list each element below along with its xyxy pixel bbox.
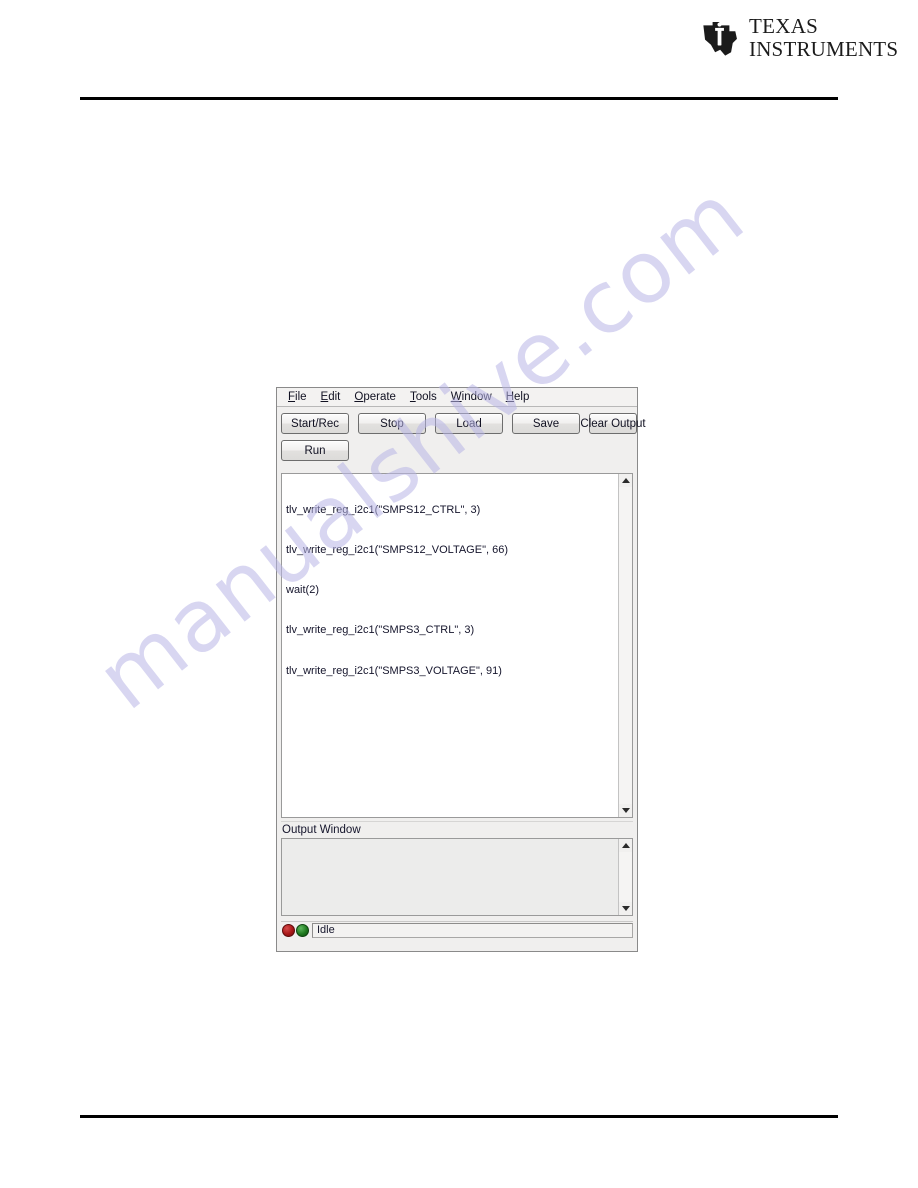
script-line: tlv_write_reg_i2c1("SMPS12_VOLTAGE", 66) <box>286 544 508 557</box>
script-line: tlv_write_reg_i2c1("SMPS3_CTRL", 3) <box>286 624 475 637</box>
header-rule <box>80 97 838 100</box>
save-button[interactable]: Save <box>512 413 580 434</box>
script-tool-window: File Edit Operate Tools Window Help Star… <box>276 387 646 952</box>
start-rec-button[interactable]: Start/Rec <box>281 413 349 434</box>
run-button[interactable]: Run <box>281 440 349 461</box>
script-scrollbar-track[interactable] <box>619 487 632 804</box>
output-window-text[interactable] <box>282 839 618 915</box>
toolbar-row-secondary: Run <box>281 440 637 461</box>
output-window-label: Output Window <box>282 823 361 836</box>
footer-rule <box>80 1115 838 1118</box>
menu-item-file[interactable]: File <box>281 391 314 403</box>
ti-logo-line1: TEXAS <box>749 14 819 38</box>
status-text: Idle <box>312 922 633 938</box>
output-window[interactable] <box>281 838 633 916</box>
script-editor-text[interactable]: tlv_write_reg_i2c1("SMPS12_CTRL", 3) tlv… <box>282 474 618 817</box>
stop-button[interactable]: Stop <box>358 413 426 434</box>
menu-bar: File Edit Operate Tools Window Help <box>277 388 637 407</box>
clear-output-button[interactable]: Clear Output <box>580 413 646 434</box>
scroll-down-icon[interactable] <box>619 804 632 817</box>
menu-item-tools[interactable]: Tools <box>403 391 444 403</box>
led-green-icon <box>296 923 309 937</box>
menu-item-edit[interactable]: Edit <box>314 391 348 403</box>
document-page: TEXAS INSTRUMENTS File Edit Operate Tool… <box>0 0 918 1188</box>
scroll-up-icon[interactable] <box>619 474 632 487</box>
script-editor[interactable]: tlv_write_reg_i2c1("SMPS12_CTRL", 3) tlv… <box>281 473 633 818</box>
script-line: tlv_write_reg_i2c1("SMPS12_CTRL", 3) <box>286 503 481 516</box>
script-scrollbar[interactable] <box>618 474 632 817</box>
script-line: tlv_write_reg_i2c1("SMPS3_VOLTAGE", 91) <box>286 664 502 677</box>
toolbar: Start/Rec Stop Load Save Clear Output Ru… <box>277 407 646 471</box>
status-bar: Idle <box>281 921 633 938</box>
ti-logo-line2: INSTRUMENTS <box>749 37 899 61</box>
ti-state-logo-icon <box>703 22 737 56</box>
ti-logo: TEXAS INSTRUMENTS <box>700 16 898 60</box>
scroll-up-icon[interactable] <box>619 839 632 852</box>
toolbar-row-primary: Start/Rec Stop Load Save Clear Output <box>281 413 646 434</box>
output-scrollbar[interactable] <box>618 839 632 915</box>
output-scrollbar-track[interactable] <box>619 852 632 902</box>
script-line: wait(2) <box>286 584 320 597</box>
scroll-down-icon[interactable] <box>619 902 632 915</box>
load-button[interactable]: Load <box>435 413 503 434</box>
menu-item-window[interactable]: Window <box>444 391 499 403</box>
menu-item-operate[interactable]: Operate <box>347 391 403 403</box>
led-red-icon <box>282 923 295 937</box>
ti-logo-wordmark: TEXAS INSTRUMENTS <box>749 16 898 60</box>
menu-item-help[interactable]: Help <box>499 391 537 403</box>
output-window-header: Output Window <box>281 821 633 837</box>
